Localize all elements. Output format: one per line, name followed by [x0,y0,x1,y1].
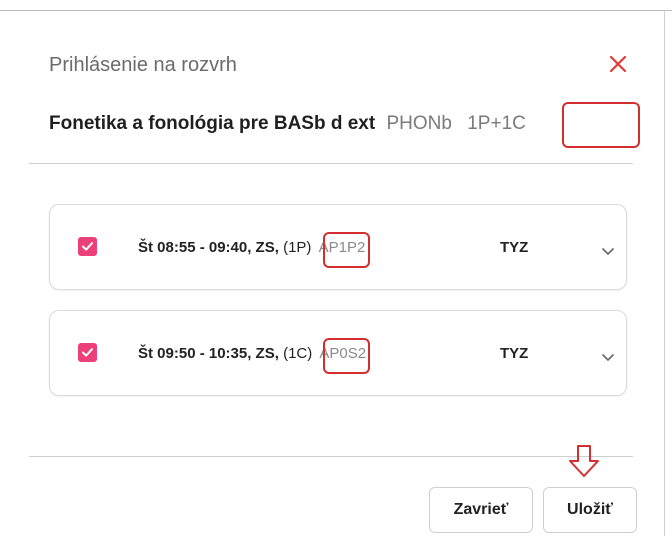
slot-checkbox[interactable] [78,343,97,362]
slot-time: Št 09:50 - 10:35, ZS, [138,345,279,362]
window-right-border [664,10,665,536]
annotation-box-slot-type [323,338,370,374]
checkmark-icon [82,348,93,357]
course-code: PHONb [386,113,452,134]
slot-checkbox[interactable] [78,237,97,256]
close-dialog-button[interactable]: Zavrieť [429,487,533,533]
footer-divider [29,456,633,457]
close-icon [609,55,627,73]
chevron-down-icon[interactable] [598,347,618,367]
dialog-title: Prihlásenie na rozvrh [49,54,237,76]
header-divider [29,163,633,164]
close-button[interactable] [604,50,632,78]
save-button[interactable]: Uložiť [543,487,637,533]
course-name: Fonetika a fonológia pre BASb d ext [49,113,376,134]
course-heading: Fonetika a fonológia pre BASb d ext PHON… [49,113,526,135]
slot-teacher: TYZ [500,345,529,362]
checkmark-icon [82,242,93,251]
slot-type: (1P) [283,239,312,256]
slot-type: (1C) [283,345,313,362]
chevron-down-icon[interactable] [598,241,618,261]
annotation-box-slot-type [323,232,370,268]
slot-time: Št 08:55 - 09:40, ZS, [138,239,279,256]
window-top-border [0,10,672,11]
annotation-box-course-hours [562,102,640,148]
course-hours: 1P+1C [467,113,526,134]
down-arrow-annotation-icon [569,445,599,477]
slot-teacher: TYZ [500,239,529,256]
